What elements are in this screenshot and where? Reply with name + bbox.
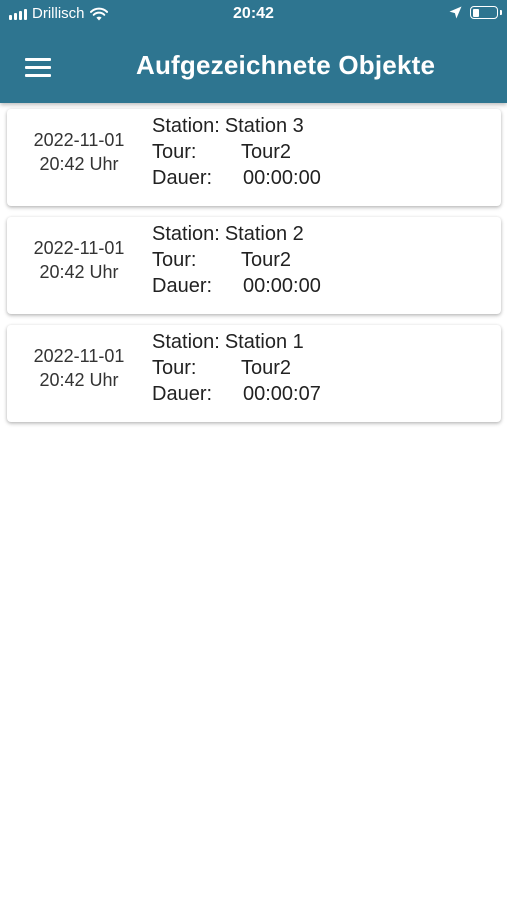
record-datetime: 2022-11-01 20:42 Uhr [7, 236, 151, 284]
tour-row: Tour: Tour2 [152, 139, 321, 165]
location-arrow-icon [449, 6, 462, 19]
status-bar: Drillisch 20:42 [0, 0, 507, 30]
duration-label: Dauer: [152, 275, 213, 297]
tour-row: Tour: Tour2 [152, 247, 321, 273]
station-row: Station: Station 2 [152, 221, 321, 247]
battery-level [472, 8, 479, 17]
record-date: 2022-11-01 [33, 130, 125, 150]
hamburger-menu-icon [25, 57, 51, 77]
record-details: Station: Station 2 Tour: Tour2 Dauer: 00… [152, 221, 321, 299]
record-time: 20:42 Uhr [39, 154, 119, 174]
records-list: 2022-11-01 20:42 Uhr Station: Station 3 … [7, 109, 501, 433]
status-right [449, 6, 502, 19]
tour-value: Tour2 [241, 141, 292, 163]
record-datetime: 2022-11-01 20:42 Uhr [7, 344, 151, 392]
record-date: 2022-11-01 [33, 238, 125, 258]
record-date: 2022-11-01 [33, 346, 125, 366]
duration-value: 00:00:00 [243, 167, 321, 189]
station-label: Station: [152, 331, 220, 353]
tour-value: Tour2 [241, 249, 292, 271]
station-label: Station: [152, 223, 220, 245]
record-time: 20:42 Uhr [39, 370, 119, 390]
app-screen: Drillisch 20:42 Aufgezeichnete Objekte 2… [0, 0, 507, 900]
tour-label: Tour: [152, 357, 197, 379]
tour-label: Tour: [152, 249, 197, 271]
duration-label: Dauer: [152, 167, 213, 189]
top-bar: Drillisch 20:42 Aufgezeichnete Objekte [0, 0, 507, 103]
record-datetime: 2022-11-01 20:42 Uhr [7, 128, 151, 176]
duration-row: Dauer: 00:00:00 [152, 165, 321, 191]
tour-label: Tour: [152, 141, 197, 163]
record-card[interactable]: 2022-11-01 20:42 Uhr Station: Station 1 … [7, 325, 501, 422]
page-title: Aufgezeichnete Objekte [136, 50, 436, 80]
station-value: Station 3 [224, 115, 304, 137]
record-card[interactable]: 2022-11-01 20:42 Uhr Station: Station 3 … [7, 109, 501, 206]
battery-cap [500, 10, 502, 15]
duration-label: Dauer: [152, 383, 213, 405]
record-details: Station: Station 1 Tour: Tour2 Dauer: 00… [152, 329, 321, 407]
duration-value: 00:00:00 [243, 275, 321, 297]
record-time: 20:42 Uhr [39, 262, 119, 282]
station-value: Station 2 [224, 223, 304, 245]
duration-row: Dauer: 00:00:07 [152, 381, 321, 407]
station-row: Station: Station 3 [152, 113, 321, 139]
record-card[interactable]: 2022-11-01 20:42 Uhr Station: Station 2 … [7, 217, 501, 314]
tour-row: Tour: Tour2 [152, 355, 321, 381]
status-time: 20:42 [233, 5, 274, 22]
battery-icon [470, 6, 502, 19]
station-label: Station: [152, 115, 220, 137]
station-row: Station: Station 1 [152, 329, 321, 355]
menu-button[interactable] [18, 49, 58, 85]
duration-row: Dauer: 00:00:00 [152, 273, 321, 299]
duration-value: 00:00:07 [243, 383, 321, 405]
tour-value: Tour2 [241, 357, 292, 379]
record-details: Station: Station 3 Tour: Tour2 Dauer: 00… [152, 113, 321, 191]
app-bar: Aufgezeichnete Objekte [0, 30, 507, 103]
station-value: Station 1 [224, 331, 304, 353]
